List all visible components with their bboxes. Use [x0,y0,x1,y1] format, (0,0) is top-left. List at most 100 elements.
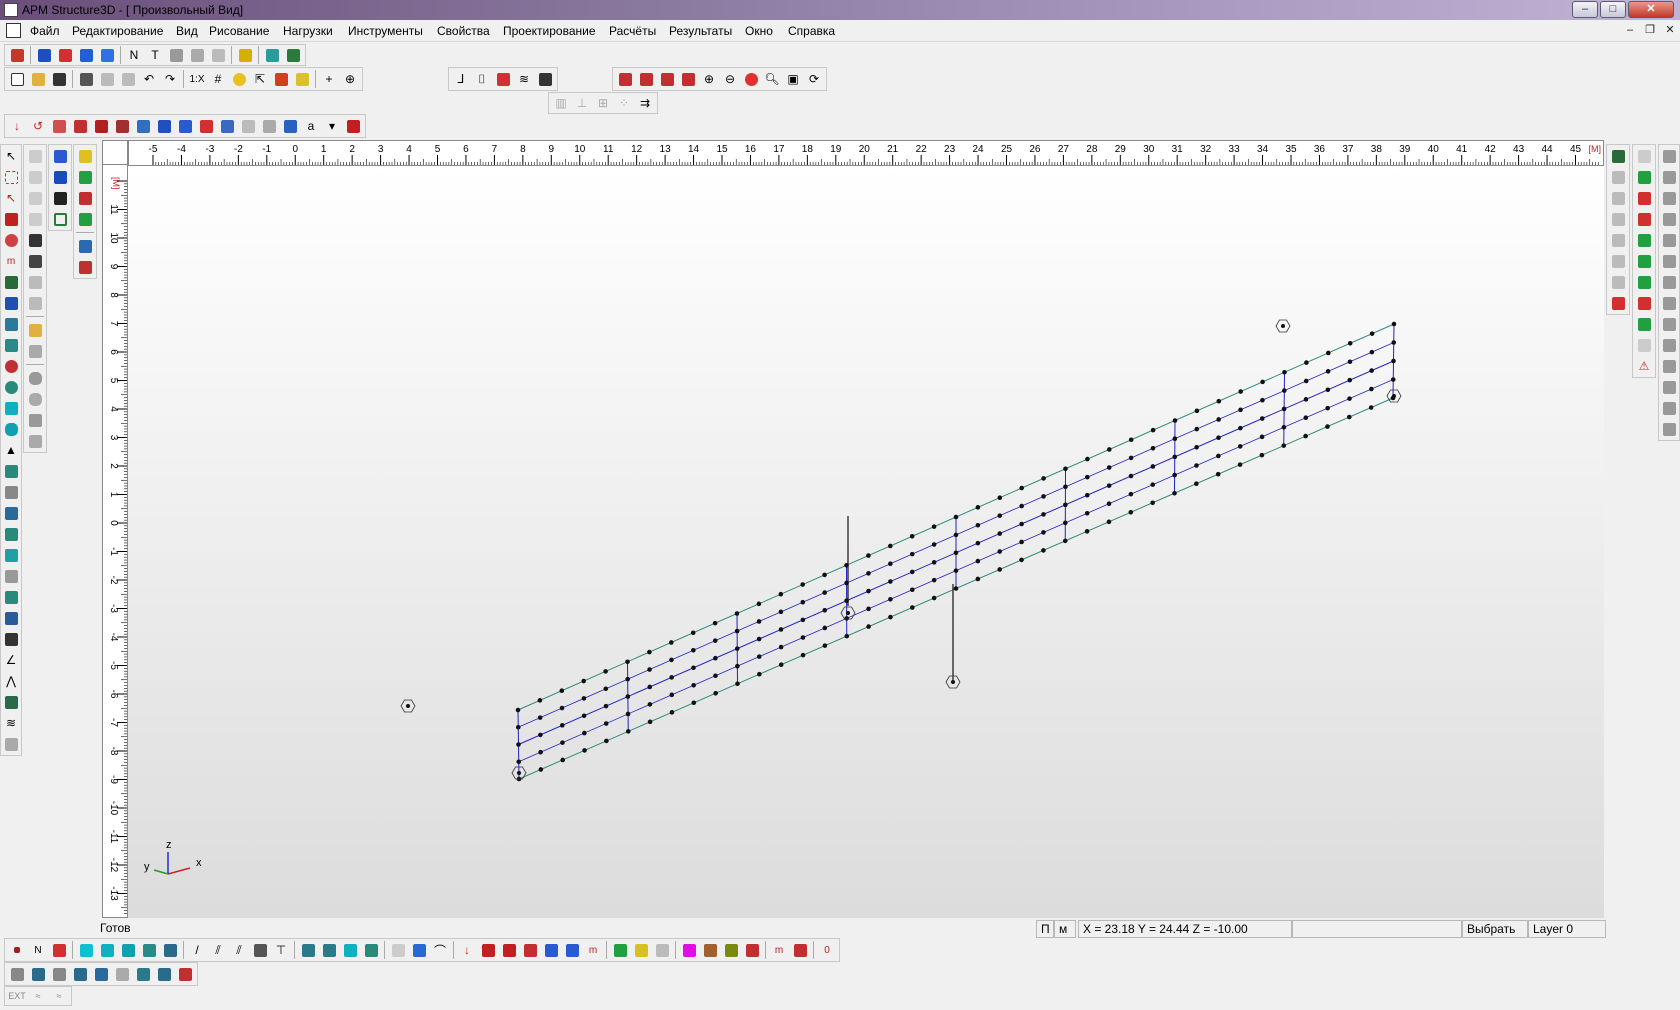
new-file-icon[interactable] [7,69,27,89]
element-bars-2-icon[interactable] [25,293,45,313]
cube-green-2-icon[interactable] [1634,230,1654,250]
element-stack-2-icon[interactable] [25,251,45,271]
mdi-restore-button[interactable]: ❐ [1642,23,1658,38]
filter-magenta-icon[interactable] [679,940,699,960]
support-6-icon[interactable] [1659,251,1679,271]
save-icon[interactable] [49,69,69,89]
filter-plate-2-icon[interactable] [97,940,117,960]
column-black-icon[interactable] [50,188,70,208]
filter-plate-4-icon[interactable] [139,940,159,960]
filter-red-plate-icon[interactable] [742,940,762,960]
yellow-snap-icon[interactable] [229,69,249,89]
filter-layer-gray-icon[interactable] [652,940,672,960]
load-node-icon[interactable] [55,45,75,65]
filter-axis-icon[interactable] [49,940,69,960]
arrow-load-icon[interactable] [76,45,96,65]
menu-calculations[interactable]: Расчёты [609,24,656,38]
slab-load-icon[interactable] [217,116,237,136]
result-gray-4-icon[interactable] [1608,230,1628,250]
filter-mesh-icon[interactable] [160,940,180,960]
layers-green-icon[interactable] [75,167,95,187]
section-7-icon[interactable] [133,964,153,984]
cube-red-2-icon[interactable] [1634,209,1654,229]
cursor-snap-icon[interactable]: ⇱ [250,69,270,89]
element-bars-icon[interactable] [25,272,45,292]
minimize-button[interactable]: – [1572,1,1598,18]
filter-plate-1-icon[interactable] [76,940,96,960]
angle-icon[interactable]: ∠ [1,650,21,670]
move-node-icon[interactable] [1,209,21,229]
triangle-plate-icon[interactable]: ▲ [1,440,21,460]
ruler-icon[interactable] [271,69,291,89]
dropdown-arrow[interactable]: ▾ [322,116,342,136]
menu-help[interactable]: Справка [788,24,835,38]
box-gray-2-icon[interactable] [25,431,45,451]
beam-node-icon[interactable] [7,45,27,65]
wall-icon[interactable] [166,45,186,65]
section-3-icon[interactable] [49,964,69,984]
support-load-icon[interactable] [175,116,195,136]
support-8-icon[interactable] [1659,293,1679,313]
gray-shape-icon[interactable] [1,566,21,586]
network-icon[interactable] [1,629,21,649]
zoom-in-icon[interactable]: ⊕ [699,69,719,89]
plate-cyan-icon[interactable] [1,398,21,418]
paste-icon[interactable] [118,69,138,89]
filter-load-5-icon[interactable] [541,940,561,960]
menu-window[interactable]: Окно [745,24,773,38]
open-folder-icon[interactable] [28,69,48,89]
text-t-icon[interactable]: T [145,45,165,65]
node-link-icon[interactable] [1,587,21,607]
open-icon[interactable] [25,320,45,340]
filter-gray-icon[interactable] [388,940,408,960]
cube-red-icon[interactable] [75,188,95,208]
select-arrow-icon[interactable]: ↖ [1,146,21,166]
cylinder-2-icon[interactable] [25,389,45,409]
menu-file[interactable]: Файл [30,24,60,38]
section-red-icon[interactable] [75,257,95,277]
zoom-window-icon[interactable]: 🔍︎ [762,69,782,89]
filter-line-2-icon[interactable]: ⫽ [208,940,228,960]
zoom-extents-icon[interactable]: ▣ [783,69,803,89]
cube-green-5-icon[interactable] [1634,314,1654,334]
frame-blue-icon[interactable] [50,146,70,166]
warning-icon[interactable]: ⚠ [1634,356,1654,376]
layers-icon[interactable]: ≋ [1,713,21,733]
arc-beam-icon[interactable] [1,377,21,397]
disabled-load-icon[interactable] [238,116,258,136]
print-icon[interactable] [76,69,96,89]
cable-icon[interactable] [1,314,21,334]
section-6-icon[interactable] [112,964,132,984]
menu-draw[interactable]: Рисование [209,24,269,38]
camera-icon[interactable] [262,45,282,65]
zigzag-icon[interactable]: ⋀ [1,671,21,691]
menu-edit[interactable]: Редактирование [72,24,163,38]
slab-icon[interactable] [187,45,207,65]
plate-icon[interactable] [208,45,228,65]
filter-line-3-icon[interactable]: ⫽ [229,940,249,960]
text-ext-icon[interactable]: EXT [7,986,27,1006]
scale-button[interactable]: 1:X [187,69,207,89]
filter-bars-icon[interactable] [250,940,270,960]
support-icon[interactable] [97,45,117,65]
multi-load-icon[interactable] [112,116,132,136]
result-gray-6-icon[interactable] [1608,272,1628,292]
target-icon[interactable]: ⊕ [340,69,360,89]
dots-icon[interactable]: ⁘ [614,93,634,113]
zoom-out-icon[interactable]: ⊖ [720,69,740,89]
distributed-load-icon[interactable] [70,116,90,136]
support-1-icon[interactable] [1659,146,1679,166]
support-14-icon[interactable] [1659,419,1679,439]
view-iso-icon[interactable] [678,69,698,89]
mdi-close-button[interactable]: ✕ [1662,23,1678,38]
support-12-icon[interactable] [1659,377,1679,397]
split-icon[interactable] [1,608,21,628]
pencil-icon[interactable] [283,45,303,65]
support-2-icon[interactable] [1659,167,1679,187]
model-canvas[interactable]: x z y [128,166,1604,918]
filter-load-3-icon[interactable] [499,940,519,960]
cube-green-icon[interactable] [75,209,95,229]
gray-tool-icon[interactable] [1634,146,1654,166]
beam-icon[interactable] [1,272,21,292]
cylinder-icon[interactable] [25,368,45,388]
